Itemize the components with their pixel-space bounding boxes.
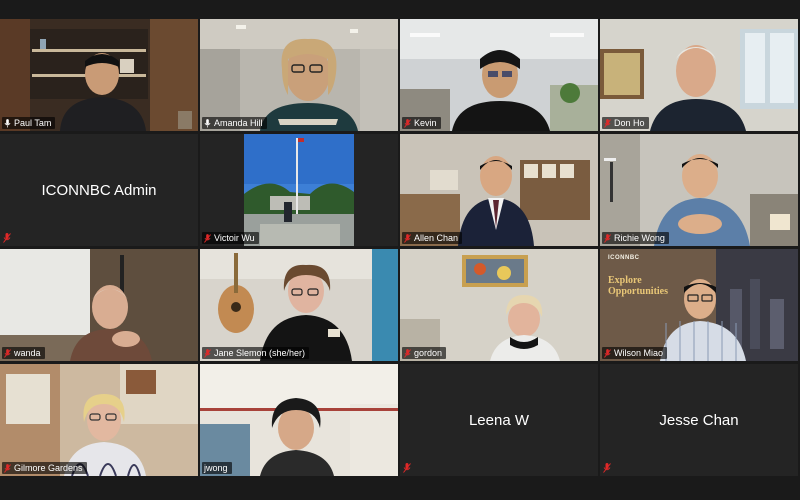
participant-name: Jane Slemon (she/her) <box>214 348 306 358</box>
slide-headline-1: Explore <box>608 275 642 286</box>
participant-name-tag: Richie Wong <box>602 232 669 244</box>
participant-tile[interactable]: Allen Chan <box>400 134 598 246</box>
video-feed <box>600 134 798 246</box>
participant-name-center: Leena W <box>468 411 530 429</box>
participant-name-tag: Jane Slemon (she/her) <box>202 347 310 359</box>
video-feed <box>0 19 198 131</box>
video-feed <box>200 249 398 361</box>
participant-tile-video-off[interactable]: ICONNBC Admin <box>0 134 198 246</box>
participant-name-tag: Kevin <box>402 117 441 129</box>
participant-name: Gilmore Gardens <box>14 463 83 473</box>
participant-name-tag: jwong <box>202 462 232 474</box>
slide-logo-text: ICONNBC <box>608 255 640 261</box>
participant-name: Wilson Miao <box>614 348 664 358</box>
participant-name-center: ICONNBC Admin <box>41 181 157 199</box>
microphone-muted-icon <box>204 348 211 358</box>
microphone-muted-icon <box>404 233 411 243</box>
participant-tile[interactable]: Kevin <box>400 19 598 131</box>
participant-name-tag: Victoir Wu <box>202 232 259 244</box>
participant-tile[interactable]: Victoir Wu <box>200 134 398 246</box>
participant-tile[interactable]: wanda <box>0 249 198 361</box>
participant-name: Victoir Wu <box>214 233 255 243</box>
microphone-muted-icon <box>404 118 411 128</box>
video-feed <box>600 19 798 131</box>
video-feed <box>200 364 398 476</box>
participant-name-tag: Don Ho <box>602 117 649 129</box>
participant-name: Amanda Hill <box>214 118 263 128</box>
participant-tile[interactable]: Don Ho <box>600 19 798 131</box>
participant-name-center: Jesse Chan <box>659 411 739 429</box>
microphone-muted-icon <box>604 118 611 128</box>
microphone-icon <box>4 118 11 127</box>
participant-tile-video-off[interactable]: Leena W <box>400 364 598 476</box>
participant-name-tag: Paul Tam <box>2 117 56 129</box>
participant-tile-video-off[interactable]: Jesse Chan <box>600 364 798 476</box>
microphone-muted-icon <box>604 348 611 358</box>
participant-name-tag: Wilson Miao <box>602 347 668 359</box>
participant-name: jwong <box>204 463 228 473</box>
participant-name: gordon <box>414 348 443 358</box>
gallery-grid: Paul Tam Amanda Hill Kevin Don Ho ICONNB… <box>0 19 800 479</box>
participant-name-tag: gordon <box>402 347 447 359</box>
microphone-muted-icon <box>403 463 411 473</box>
participant-tile[interactable]: Richie Wong <box>600 134 798 246</box>
video-feed <box>200 19 398 131</box>
microphone-muted-icon <box>604 233 611 243</box>
participant-name: Paul Tam <box>14 118 52 128</box>
participant-tile[interactable]: Gilmore Gardens <box>0 364 198 476</box>
participant-tile[interactable]: Paul Tam <box>0 19 198 131</box>
participant-tile[interactable]: gordon <box>400 249 598 361</box>
participant-name-tag: Amanda Hill <box>202 117 267 129</box>
participant-tile[interactable]: Jane Slemon (she/her) <box>200 249 398 361</box>
participant-name: Richie Wong <box>614 233 665 243</box>
participant-name: wanda <box>14 348 41 358</box>
microphone-muted-icon <box>4 463 11 473</box>
microphone-muted-icon <box>204 233 211 243</box>
microphone-muted-icon <box>404 348 411 358</box>
participant-name: Don Ho <box>614 118 645 128</box>
microphone-muted-icon <box>4 348 11 358</box>
participant-name-tag: wanda <box>2 347 45 359</box>
participant-tile-active-speaker[interactable]: Amanda Hill <box>200 19 398 131</box>
participant-name-tag: Allen Chan <box>402 232 463 244</box>
video-feed <box>400 249 598 361</box>
video-feed <box>0 249 198 361</box>
microphone-icon <box>204 118 211 127</box>
presentation-banner: ICONNBC Explore Opportunities <box>608 255 668 297</box>
video-feed <box>400 134 598 246</box>
participant-tile[interactable]: ICONNBC Explore Opportunities Wilson Mia… <box>600 249 798 361</box>
participant-name: Kevin <box>414 118 437 128</box>
video-feed <box>400 19 598 131</box>
microphone-muted-icon <box>603 463 611 473</box>
slide-headline-2: Opportunities <box>608 286 669 297</box>
video-feed <box>200 134 398 246</box>
participant-tile[interactable]: jwong <box>200 364 398 476</box>
participant-name-tag: Gilmore Gardens <box>2 462 87 474</box>
microphone-muted-icon <box>3 233 11 243</box>
participant-name: Allen Chan <box>414 233 459 243</box>
video-feed <box>0 364 198 476</box>
